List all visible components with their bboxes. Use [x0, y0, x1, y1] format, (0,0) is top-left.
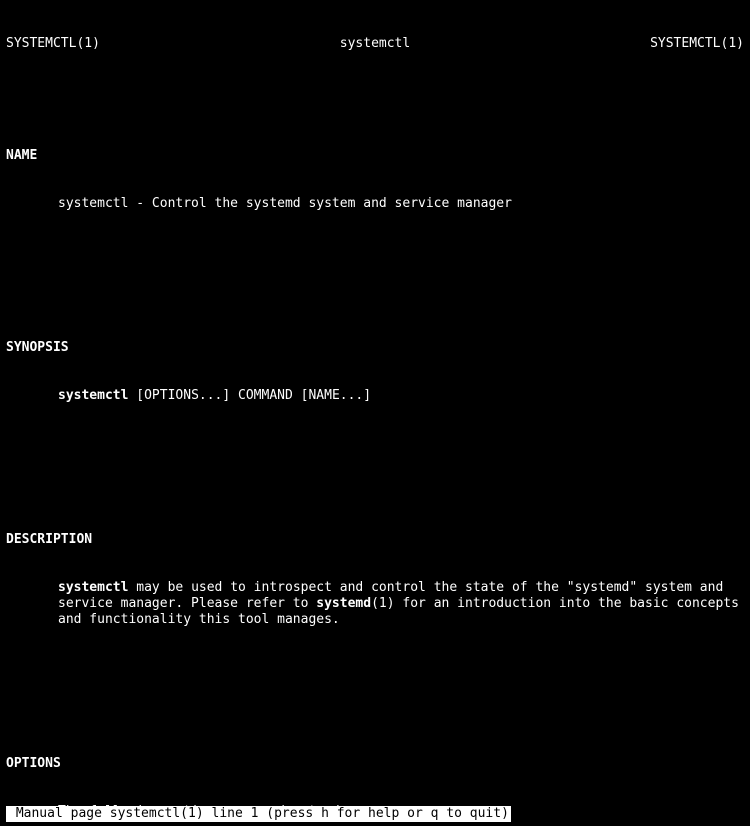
header-center: systemctl: [340, 36, 410, 52]
name-body: systemctl - Control the systemd system a…: [6, 196, 744, 212]
section-heading: DESCRIPTION: [6, 532, 744, 548]
section-name: NAME systemctl - Control the systemd sys…: [6, 116, 744, 244]
man-page: SYSTEMCTL(1) systemctl SYSTEMCTL(1) NAME…: [0, 0, 750, 826]
cmd-name: systemctl: [58, 580, 128, 595]
cmd-name: systemctl: [58, 388, 128, 403]
description-body: systemctl may be used to introspect and …: [6, 580, 744, 628]
man-ref: systemd: [316, 596, 371, 611]
section-heading: NAME: [6, 148, 744, 164]
man-header: SYSTEMCTL(1) systemctl SYSTEMCTL(1): [6, 36, 744, 52]
pager-status-bar[interactable]: Manual page systemctl(1) line 1 (press h…: [6, 806, 511, 822]
synopsis-line: systemctl [OPTIONS...] COMMAND [NAME...]: [6, 388, 744, 404]
section-synopsis: SYNOPSIS systemctl [OPTIONS...] COMMAND …: [6, 308, 744, 436]
section-description: DESCRIPTION systemctl may be used to int…: [6, 500, 744, 660]
synopsis-args: [OPTIONS...] COMMAND [NAME...]: [128, 388, 371, 403]
section-heading: OPTIONS: [6, 756, 744, 772]
section-heading: SYNOPSIS: [6, 340, 744, 356]
header-right: SYSTEMCTL(1): [650, 36, 744, 52]
header-left: SYSTEMCTL(1): [6, 36, 100, 52]
